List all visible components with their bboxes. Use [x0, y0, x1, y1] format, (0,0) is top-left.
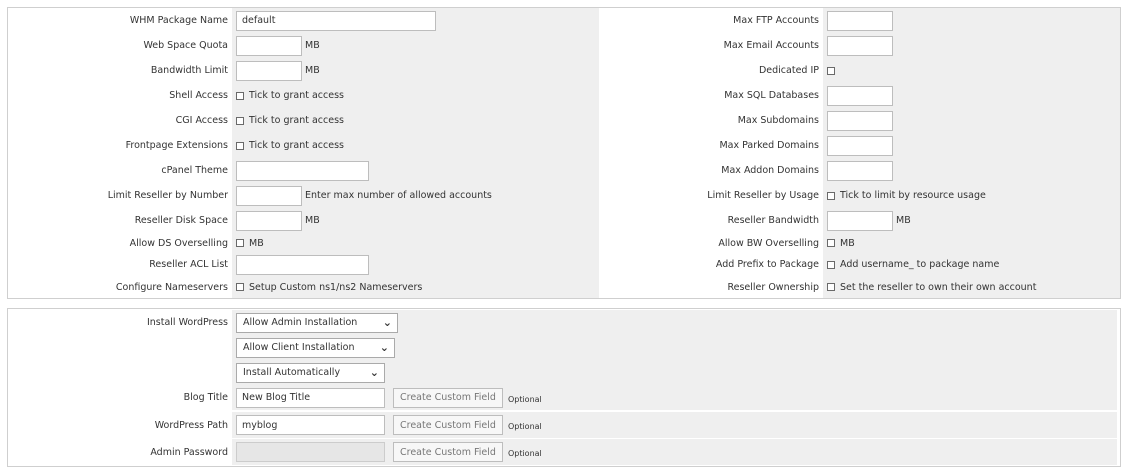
install-automatically-select-value: Install Automatically [243, 367, 341, 378]
row-max-email-accounts: Max Email Accounts [8, 33, 1120, 58]
admin-installation-select-value: Allow Admin Installation [243, 317, 358, 328]
reseller-bandwidth-input[interactable] [827, 210, 893, 231]
wp-row-install-admin: Install WordPress Allow Admin Installati… [8, 310, 1120, 335]
reseller-bandwidth-field: MB [823, 208, 1120, 233]
chevron-down-icon: ⌄ [382, 315, 392, 329]
limit-reseller-by-usage-checkbox-text: Tick to limit by resource usage [840, 190, 986, 201]
admin-installation-select[interactable]: Allow Admin Installation ⌄ [236, 312, 398, 333]
install-auto-field: Install Automatically ⌄ [232, 360, 1117, 385]
install-automatically-select[interactable]: Install Automatically ⌄ [236, 362, 385, 383]
max-sql-databases-label: Max SQL Databases [724, 90, 819, 101]
limit-reseller-by-usage-label: Limit Reseller by Usage [707, 190, 819, 201]
max-parked-domains-label: Max Parked Domains [719, 140, 819, 151]
client-installation-select[interactable]: Allow Client Installation ⌄ [236, 337, 395, 358]
reseller-ownership-checkbox[interactable] [827, 283, 835, 291]
row-max-ftp-accounts: Max FTP Accounts [8, 8, 1120, 33]
limit-reseller-by-usage-checkbox[interactable] [827, 191, 835, 200]
row-reseller-ownership: Reseller Ownership Set the reseller to ow… [8, 276, 1120, 298]
wordpress-path-label: WordPress Path [154, 419, 228, 431]
blog-title-input[interactable] [236, 387, 385, 408]
blog-title-optional-note: Optional [507, 394, 542, 404]
client-installation-select-value: Allow Client Installation [243, 342, 355, 353]
row-dedicated-ip: Dedicated IP [8, 58, 1120, 83]
allow-bw-overselling-field: MB [823, 233, 1120, 253]
reseller-ownership-field: Set the reseller to own their own accoun… [823, 276, 1120, 298]
dedicated-ip-field [823, 58, 1120, 83]
package-settings-panel: WHM Package NameWeb Space QuotaMBBandwid… [7, 7, 1121, 299]
wordpress-settings-panel: Install WordPress Allow Admin Installati… [7, 308, 1121, 467]
row-reseller-bandwidth: Reseller Bandwidth MB [8, 208, 1120, 233]
max-sql-databases-field [823, 83, 1120, 108]
chevron-down-icon: ⌄ [369, 365, 379, 379]
wp-row-wordpress-path: WordPress Path Create Custom Field Optio… [8, 412, 1120, 438]
install-client-field: Allow Client Installation ⌄ [232, 335, 1117, 360]
admin-password-input[interactable] [236, 442, 385, 462]
wp-row-install-auto: Install Automatically ⌄ [8, 360, 1120, 385]
add-prefix-to-package-field: Add username_ to package name [823, 253, 1120, 276]
install-wordpress-label: Install WordPress [146, 317, 228, 328]
dedicated-ip-label: Dedicated IP [758, 65, 819, 76]
max-email-accounts-field [823, 33, 1120, 58]
wp-row-blog-title: Blog Title Create Custom Field Optional [8, 385, 1120, 410]
reseller-bandwidth-label: Reseller Bandwidth [727, 215, 819, 226]
wordpress-path-create-custom-field-button[interactable]: Create Custom Field [393, 415, 503, 435]
row-add-prefix-to-package: Add Prefix to Package Add username_ to pa… [8, 253, 1120, 276]
reseller-ownership-label: Reseller Ownership [727, 281, 819, 293]
max-subdomains-label: Max Subdomains [737, 115, 819, 126]
allow-bw-overselling-checkbox[interactable] [827, 239, 835, 247]
wordpress-path-optional-note: Optional [507, 422, 542, 431]
row-max-subdomains: Max Subdomains [8, 108, 1120, 133]
blog-title-label: Blog Title [183, 392, 228, 403]
max-email-accounts-label: Max Email Accounts [723, 40, 819, 51]
row-max-sql-databases: Max SQL Databases [8, 83, 1120, 108]
admin-password-label: Admin Password [150, 446, 228, 458]
max-parked-domains-input[interactable] [827, 135, 893, 156]
max-ftp-accounts-field [823, 8, 1120, 33]
max-parked-domains-field [823, 133, 1120, 158]
max-addon-domains-input[interactable] [827, 160, 893, 181]
wp-row-install-client: Allow Client Installation ⌄ [8, 335, 1120, 360]
max-ftp-accounts-input[interactable] [827, 10, 893, 31]
add-prefix-to-package-label: Add Prefix to Package [715, 259, 819, 270]
max-ftp-accounts-label: Max FTP Accounts [733, 15, 819, 26]
max-subdomains-input[interactable] [827, 110, 893, 131]
wordpress-path-input[interactable] [236, 415, 385, 435]
row-limit-reseller-by-usage: Limit Reseller by Usage Tick to limit by … [8, 183, 1120, 208]
max-addon-domains-field [823, 158, 1120, 183]
admin-password-field: Create Custom Field Optional [232, 439, 1117, 465]
row-allow-bw-overselling: Allow BW Overselling MB [8, 233, 1120, 253]
add-prefix-to-package-checkbox-text: Add username_ to package name [840, 259, 1000, 270]
row-max-parked-domains: Max Parked Domains [8, 133, 1120, 158]
max-addon-domains-label: Max Addon Domains [721, 165, 819, 176]
add-prefix-to-package-checkbox[interactable] [827, 260, 835, 269]
limit-reseller-by-usage-field: Tick to limit by resource usage [823, 183, 1120, 208]
allow-bw-overselling-checkbox-text: MB [840, 237, 855, 249]
allow-bw-overselling-label: Allow BW Overselling [718, 237, 819, 249]
blog-title-create-custom-field-button[interactable]: Create Custom Field [393, 387, 503, 408]
wp-row-admin-password: Admin Password Create Custom Field Optio… [8, 439, 1120, 465]
dedicated-ip-checkbox[interactable] [827, 66, 835, 75]
max-subdomains-field [823, 108, 1120, 133]
chevron-down-icon: ⌄ [379, 340, 389, 354]
blog-title-field: Create Custom Field Optional [232, 385, 1117, 410]
admin-password-create-custom-field-button[interactable]: Create Custom Field [393, 442, 503, 462]
max-sql-databases-input[interactable] [827, 85, 893, 106]
reseller-ownership-checkbox-text: Set the reseller to own their own accoun… [840, 281, 1037, 293]
wordpress-path-field: Create Custom Field Optional [232, 412, 1117, 438]
row-max-addon-domains: Max Addon Domains [8, 158, 1120, 183]
max-email-accounts-input[interactable] [827, 35, 893, 56]
admin-password-optional-note: Optional [507, 449, 542, 458]
install-admin-field: Allow Admin Installation ⌄ [232, 310, 1117, 335]
reseller-bandwidth-unit: MB [896, 215, 911, 226]
